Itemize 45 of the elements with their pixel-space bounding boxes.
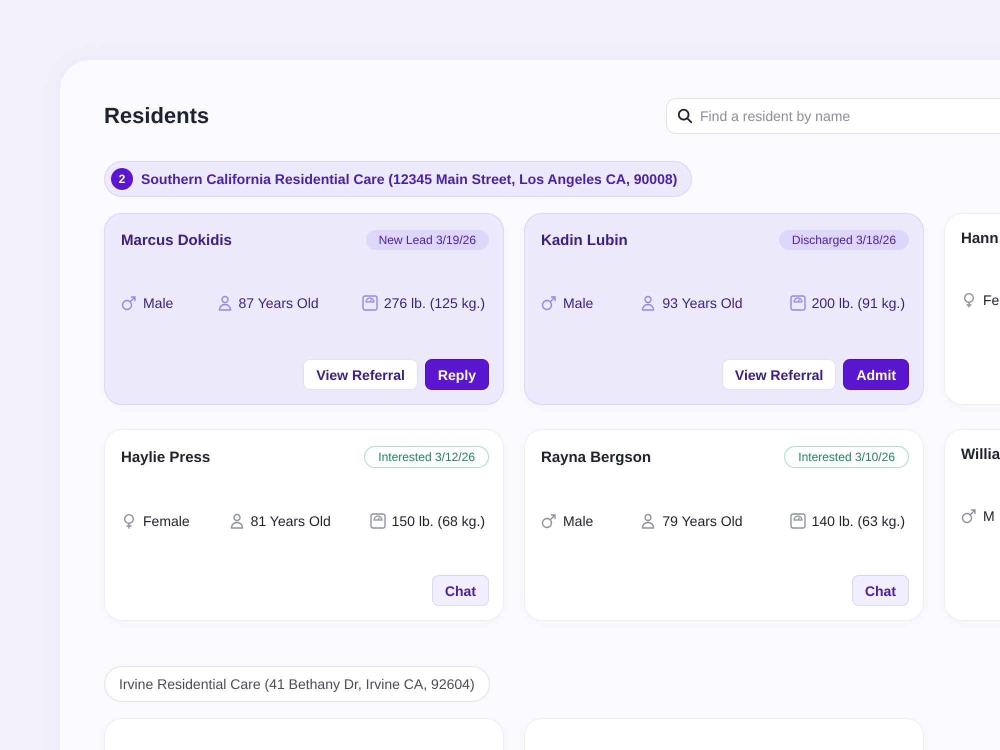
weight-text: 276 lb. (125 kg.) xyxy=(384,295,485,311)
action-button[interactable]: Reply xyxy=(424,359,489,390)
search-field[interactable]: Find a resident by name xyxy=(666,98,1000,134)
age-text: 93 Years Old xyxy=(662,295,743,311)
scale-icon xyxy=(790,295,806,311)
status-badge: Discharged 3/18/26 xyxy=(778,230,909,250)
weight-text: 150 lb. (68 kg.) xyxy=(392,513,485,529)
person-icon xyxy=(640,513,656,529)
scale-icon xyxy=(370,513,386,529)
resident-name: Rayna Bergson xyxy=(541,448,652,466)
facility-name: Southern California Residential Care (12345 Main Street, Los Angeles CA, 90008) xyxy=(141,171,678,187)
resident-name: Haylie Press xyxy=(121,448,210,466)
gender-text: Male xyxy=(563,513,594,529)
age-text: 81 Years Old xyxy=(250,513,331,529)
action-button[interactable]: Chat xyxy=(852,575,909,606)
person-icon xyxy=(228,513,245,529)
action-button[interactable]: Admit xyxy=(843,359,909,390)
status-badge: Interested 3/10/26 xyxy=(784,446,909,468)
page-title: Residents xyxy=(104,103,210,129)
weight-text: 200 lb. (91 kg.) xyxy=(812,295,905,311)
facility-chip[interactable]: Irvine Residential Care (41 Bethany Dr, Irvine CA, 92604) xyxy=(104,666,490,702)
scale-icon xyxy=(790,513,806,529)
action-button[interactable]: Chat xyxy=(432,575,489,606)
gender-text: Female xyxy=(143,513,190,529)
status-badge: Interested 3/12/26 xyxy=(364,446,489,468)
resident-name: Kadin Lubin xyxy=(541,232,628,248)
gender-text: Male xyxy=(143,295,174,311)
facility-chip[interactable]: 2 Southern California Residential Care (12345 Main Street, Los Angeles CA, 90008) xyxy=(104,161,692,197)
count-badge: 2 xyxy=(111,168,133,190)
facility-name: Irvine Residential Care (41 Bethany Dr, Irvine CA, 92604) xyxy=(119,676,475,692)
scale-icon xyxy=(362,295,378,311)
gender-text: Male xyxy=(563,295,594,311)
age-text: 79 Years Old xyxy=(662,513,743,529)
gender-text: M xyxy=(983,508,995,524)
gender-text: Fe xyxy=(983,292,1000,308)
resident-name: Hann xyxy=(961,230,998,247)
age-text: 87 Years Old xyxy=(238,295,319,311)
person-icon xyxy=(640,295,656,311)
action-button[interactable]: View Referral xyxy=(303,359,418,390)
weight-text: 140 lb. (63 kg.) xyxy=(812,513,905,529)
resident-name: Marcus Dokidis xyxy=(121,232,232,248)
resident-name: Willia xyxy=(961,446,1000,463)
status-badge: New Lead 3/19/26 xyxy=(366,230,489,250)
person-icon xyxy=(216,295,232,311)
action-button[interactable]: View Referral xyxy=(722,359,836,390)
